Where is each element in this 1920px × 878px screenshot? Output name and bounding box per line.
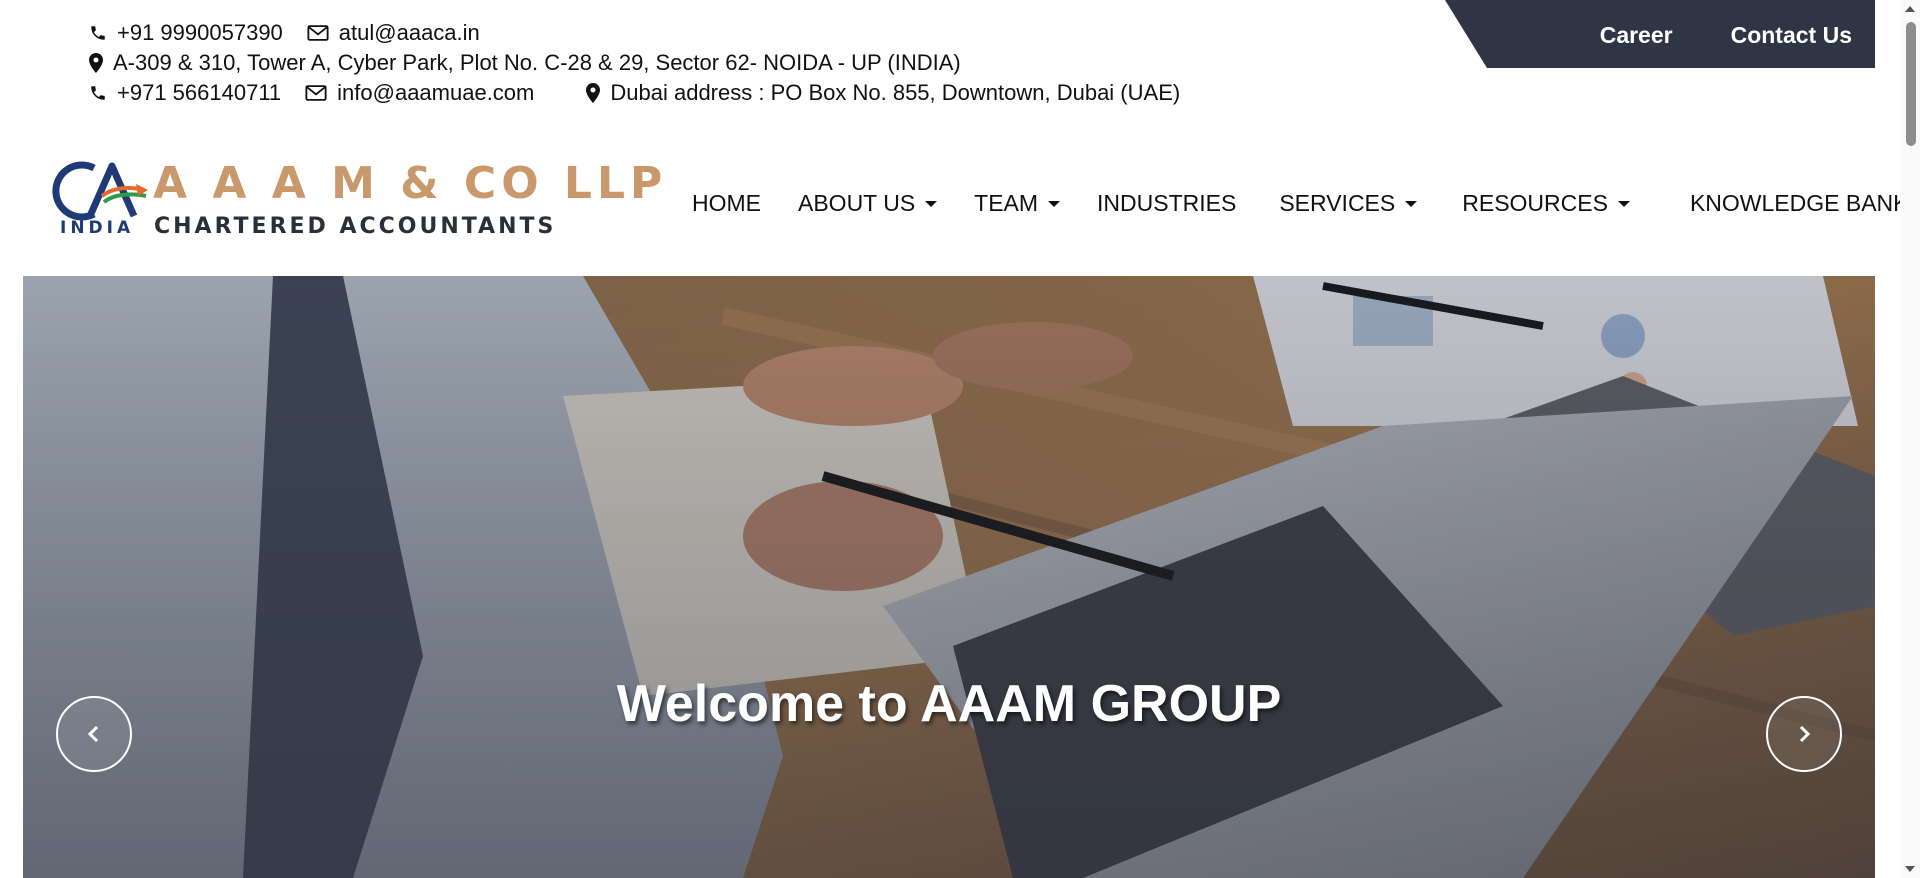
nav-about-us[interactable]: ABOUT US	[798, 189, 938, 217]
phone-uae-text: +971 566140711	[117, 80, 282, 105]
nav-services[interactable]: SERVICES	[1279, 189, 1418, 217]
nav-knowledge-bank[interactable]: KNOWLEDGE BANK	[1690, 190, 1920, 217]
email-uae-text: info@aaamuae.com	[337, 80, 535, 105]
contact-phone-uae[interactable]: +971 566140711	[89, 78, 281, 108]
phone-icon	[91, 86, 105, 100]
hero-slider: Welcome to AAAM GROUP	[23, 276, 1875, 878]
envelope-icon	[305, 85, 327, 101]
caret-down-icon	[1048, 201, 1061, 207]
caret-down-icon	[1405, 201, 1418, 207]
map-marker-icon	[586, 83, 601, 103]
map-marker-icon	[89, 53, 103, 73]
email-india-text: atul@aaaca.in	[338, 20, 480, 45]
slider-next-button[interactable]	[1766, 696, 1842, 772]
contact-line-uae: +971 566140711 info@aaamuae.com Dubai ad…	[89, 78, 1349, 108]
contact-email-india[interactable]: atul@aaaca.in	[307, 18, 480, 48]
nav-industries[interactable]: INDUSTRIES	[1097, 190, 1236, 217]
top-links: Career Contact Us	[1600, 0, 1852, 70]
page-scrollbar[interactable]	[1900, 0, 1920, 878]
nav-industries-label: INDUSTRIES	[1097, 189, 1237, 216]
logo-subtitle: CHARTERED ACCOUNTANTS	[154, 214, 557, 239]
address-uae-text: Dubai address : PO Box No. 855, Downtown…	[610, 80, 1181, 105]
scroll-down-icon[interactable]	[1905, 866, 1915, 872]
nav-services-label: SERVICES	[1279, 189, 1396, 216]
nav-home[interactable]: HOME	[692, 190, 761, 217]
contact-address-uae: Dubai address : PO Box No. 855, Downtown…	[586, 78, 1180, 108]
nav-about-us-label: ABOUT US	[798, 189, 916, 216]
hero-background-image	[23, 276, 1875, 878]
caret-down-icon	[925, 201, 938, 207]
nav-resources[interactable]: RESOURCES	[1462, 190, 1630, 217]
ca-logo-icon	[52, 161, 148, 221]
contact-address-india: A-309 & 310, Tower A, Cyber Park, Plot N…	[89, 48, 961, 78]
nav-team-label: TEAM	[974, 189, 1039, 216]
hero-title: Welcome to AAAM GROUP	[616, 675, 1282, 733]
career-link[interactable]: Career	[1600, 22, 1673, 49]
main-nav: HOME ABOUT US TEAM INDUSTRIES SERVICES R…	[692, 186, 1920, 220]
address-india-text: A-309 & 310, Tower A, Cyber Park, Plot N…	[113, 50, 961, 75]
contact-info: +91 9990057390 atul@aaaca.in A-309 & 310…	[89, 18, 1349, 108]
contact-us-link[interactable]: Contact Us	[1731, 22, 1852, 49]
phone-icon	[91, 26, 105, 40]
logo-region: INDIA	[60, 218, 135, 238]
scroll-up-icon[interactable]	[1905, 6, 1915, 12]
caret-down-icon	[1617, 201, 1630, 207]
site-logo[interactable]: A A A M & CO LLP INDIA CHARTERED ACCOUNT…	[50, 158, 662, 240]
nav-home-label: HOME	[692, 189, 761, 216]
slider-prev-button[interactable]	[56, 696, 132, 772]
nav-team[interactable]: TEAM	[974, 189, 1061, 217]
contact-phone-india[interactable]: +91 9990057390	[89, 18, 283, 48]
phone-india-text: +91 9990057390	[117, 20, 283, 45]
logo-title: A A A M & CO LLP	[153, 158, 668, 209]
chevron-right-icon	[1799, 725, 1811, 743]
chevron-left-icon	[87, 725, 99, 743]
scrollbar-thumb[interactable]	[1906, 22, 1916, 146]
nav-resources-label: RESOURCES	[1462, 189, 1608, 216]
contact-line-india: +91 9990057390 atul@aaaca.in A-309 & 310…	[89, 18, 1349, 78]
envelope-icon	[307, 25, 329, 41]
nav-knowledge-bank-label: KNOWLEDGE BANK	[1689, 189, 1909, 216]
contact-email-uae[interactable]: info@aaamuae.com	[305, 78, 534, 108]
